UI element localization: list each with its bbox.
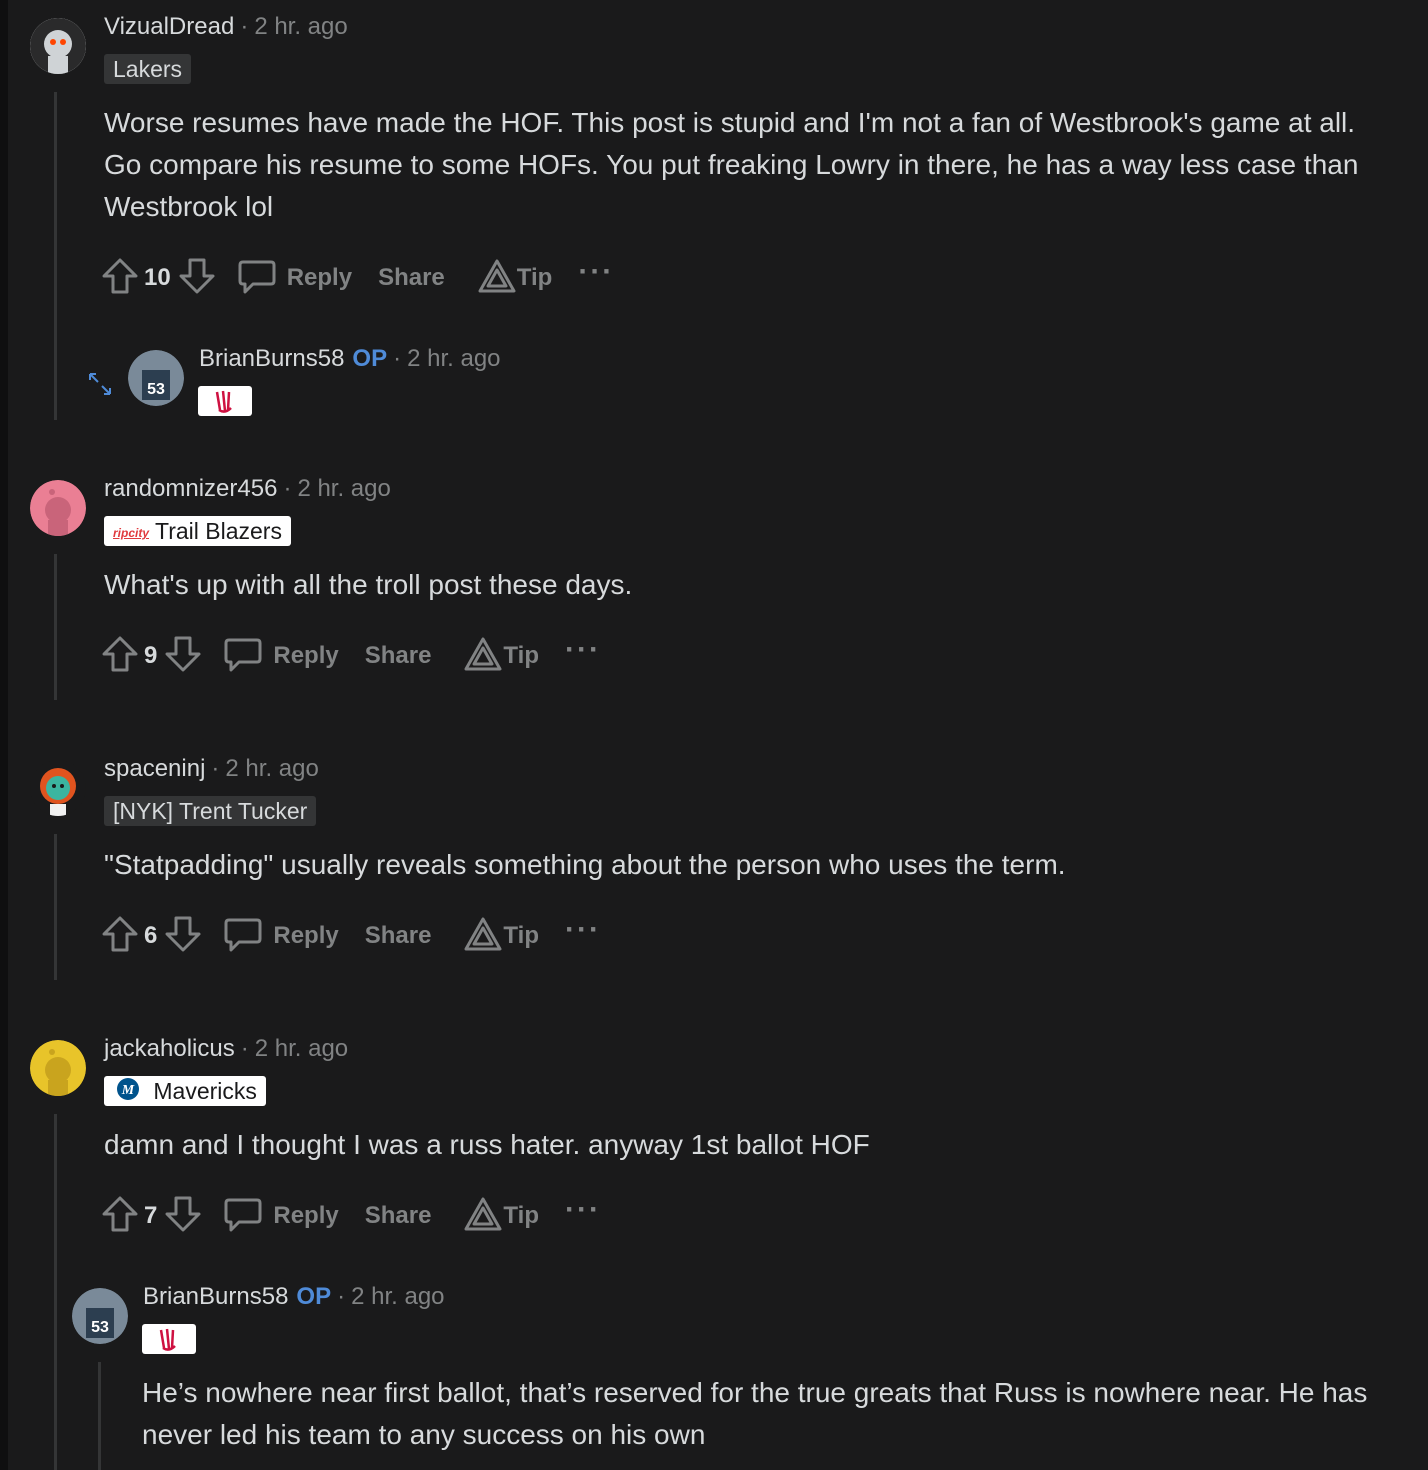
more-options-button[interactable]: ··· [578,255,614,289]
avatar[interactable]: 53 [72,1288,128,1344]
timestamp[interactable]: 2 hr. ago [297,475,390,502]
reply-icon[interactable] [223,1194,263,1239]
username[interactable]: spaceninj [104,755,205,782]
svg-text:53: 53 [91,1319,109,1336]
upvote-icon[interactable] [100,256,140,301]
avatar[interactable] [30,18,86,74]
ripcity-logo: ripcity [113,525,150,540]
timestamp[interactable]: 2 hr. ago [351,1283,444,1310]
timestamp[interactable]: 2 hr. ago [225,755,318,782]
vote-count: 6 [144,922,158,949]
downvote-icon[interactable] [177,256,217,301]
avatar[interactable] [30,760,86,816]
vote-count: 9 [144,642,158,669]
reply-button[interactable]: Reply [273,922,338,950]
more-options-button[interactable]: ··· [565,1193,601,1227]
comment-header: randomnizer456 · 2 hr. ago [104,475,391,502]
share-button[interactable]: Share [365,1202,432,1230]
share-button[interactable]: Share [365,922,432,950]
username[interactable]: jackaholicus [104,1035,235,1062]
timestamp[interactable]: 2 hr. ago [254,13,347,40]
thread-line[interactable] [54,92,57,420]
timestamp[interactable]: 2 hr. ago [407,345,500,372]
share-button[interactable]: Share [378,264,445,292]
raptors-flair-icon [142,1324,196,1354]
downvote-icon[interactable] [163,1194,203,1239]
avatar[interactable] [30,1040,86,1096]
reply-icon[interactable] [223,914,263,959]
tip-button[interactable]: Tip [503,1202,539,1230]
tip-icon[interactable] [463,1196,503,1237]
comment-body: Worse resumes have made the HOF. This po… [104,107,1359,222]
tip-button[interactable]: Tip [503,642,539,670]
op-badge: OP [296,1283,332,1310]
username[interactable]: randomnizer456 [104,475,277,502]
comment-header: BrianBurns58 OP · 2 hr. ago [199,345,501,372]
user-flair: Lakers [104,54,192,84]
thread-line[interactable] [54,554,57,700]
comment-header: VizualDread · 2 hr. ago [104,13,348,40]
flair-text: Mavericks [153,1078,257,1104]
avatar[interactable] [30,480,86,536]
user-flair: M Mavericks [104,1076,266,1106]
upvote-icon[interactable] [100,1194,140,1239]
timestamp[interactable]: 2 hr. ago [255,1035,348,1062]
comment-body: "Statpadding" usually reveals something … [104,849,1066,880]
vote-count: 7 [144,1202,158,1229]
user-flair: ripcity Trail Blazers [104,516,291,546]
avatar[interactable]: 53 [128,350,184,406]
vote-count: 10 [144,264,171,291]
comment-header: jackaholicus · 2 hr. ago [104,1035,349,1062]
reply-icon[interactable] [237,256,277,301]
flair-text: Trail Blazers [155,518,282,544]
upvote-icon[interactable] [100,634,140,679]
reply-icon[interactable] [223,634,263,679]
user-flair: [NYK] Trent Tucker [104,796,317,826]
comment-body: What's up with all the troll post these … [104,569,633,600]
tip-icon[interactable] [463,636,503,677]
tip-icon[interactable] [477,258,517,299]
share-button[interactable]: Share [365,642,432,670]
more-options-button[interactable]: ··· [565,633,601,667]
comment-actions: 10 Reply Share Tip ··· [100,255,614,301]
downvote-icon[interactable] [163,634,203,679]
comment-body: He’s nowhere near first ballot, that’s r… [142,1377,1368,1450]
comment-header: BrianBurns58 OP · 2 hr. ago [143,1283,445,1310]
more-options-button[interactable]: ··· [565,913,601,947]
tip-button[interactable]: Tip [517,264,553,292]
reply-button[interactable]: Reply [273,1202,338,1230]
thread-line[interactable] [54,1114,57,1470]
comment-actions: 7 Reply Share Tip ··· [100,1193,601,1239]
raptors-flair-icon [198,386,252,416]
comment-header: spaceninj · 2 hr. ago [104,755,319,782]
mavericks-logo-icon: M [113,1076,147,1109]
left-edge [0,0,8,1470]
expand-icon[interactable] [86,370,114,403]
reply-button[interactable]: Reply [287,264,352,292]
comment-body: damn and I thought I was a russ hater. a… [104,1129,870,1160]
tip-button[interactable]: Tip [503,922,539,950]
svg-text:53: 53 [147,381,165,398]
svg-text:M: M [121,1083,135,1098]
upvote-icon[interactable] [100,914,140,959]
username[interactable]: BrianBurns58 [199,345,344,372]
thread-line[interactable] [98,1362,101,1470]
downvote-icon[interactable] [163,914,203,959]
thread-line[interactable] [54,834,57,980]
op-badge: OP [352,345,388,372]
username[interactable]: VizualDread [104,13,234,40]
reply-button[interactable]: Reply [273,642,338,670]
username[interactable]: BrianBurns58 [143,1283,288,1310]
comment-actions: 9 Reply Share Tip ··· [100,633,601,679]
comment-actions: 6 Reply Share Tip ··· [100,913,601,959]
tip-icon[interactable] [463,916,503,957]
